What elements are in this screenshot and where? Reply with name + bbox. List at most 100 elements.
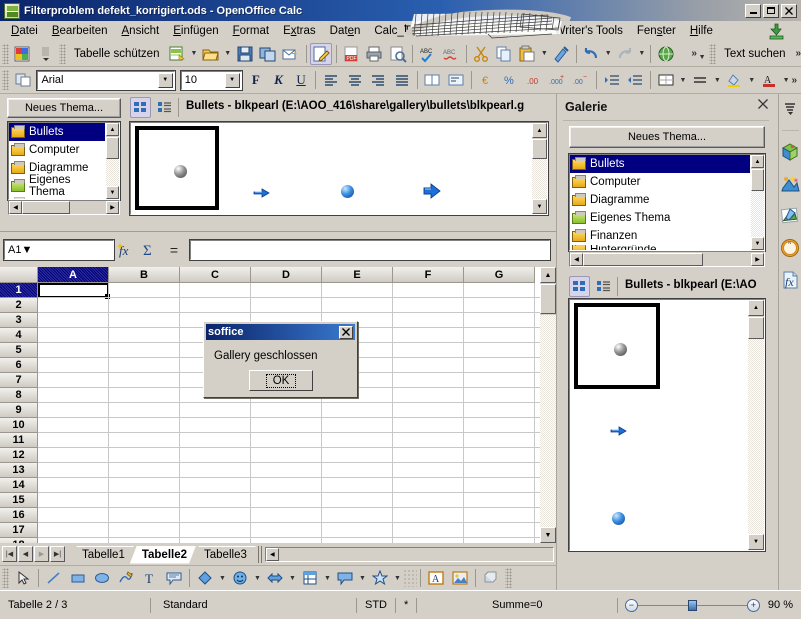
sheet-tab-tabelle2[interactable]: Tabelle2 bbox=[130, 546, 196, 564]
background-color-icon[interactable] bbox=[724, 69, 746, 91]
sidebar-settings-icon[interactable] bbox=[779, 98, 801, 120]
previous-sheet-button[interactable]: ◀ bbox=[18, 546, 33, 562]
zoom-thumb[interactable] bbox=[687, 599, 697, 611]
menu-import-corrupted[interactable] bbox=[438, 23, 548, 39]
detail-view-icon[interactable] bbox=[593, 276, 614, 297]
font-name-combo[interactable]: Arial ▼ bbox=[36, 69, 176, 91]
print-icon[interactable] bbox=[364, 43, 385, 65]
borders-icon[interactable] bbox=[655, 69, 677, 91]
properties-deck-icon[interactable] bbox=[779, 141, 801, 163]
edit-file-icon[interactable] bbox=[310, 42, 332, 65]
scroll-left-icon[interactable]: ◀ bbox=[9, 201, 22, 214]
name-box-dropdown-icon[interactable]: ▼ bbox=[21, 244, 32, 256]
freeform-line-icon[interactable] bbox=[115, 567, 137, 589]
basic-shapes-dropdown-icon[interactable]: ▼ bbox=[217, 567, 228, 589]
flowchart-shapes-icon[interactable] bbox=[299, 567, 321, 589]
menu-datei[interactable]: DDateiatei bbox=[4, 23, 45, 39]
icon-view-icon[interactable] bbox=[569, 276, 590, 297]
save-as-icon[interactable] bbox=[257, 43, 278, 65]
autospellcheck-icon[interactable]: ABC bbox=[440, 43, 461, 65]
column-header-e[interactable]: E bbox=[322, 267, 393, 283]
navigator-deck-icon[interactable]: N bbox=[779, 237, 801, 259]
menu-format[interactable]: Format bbox=[226, 23, 276, 39]
font-color-dropdown-icon[interactable]: ▼ bbox=[781, 69, 792, 91]
standard-toolbar-overflow-arrow-icon[interactable]: ▼ bbox=[697, 47, 708, 69]
stars-dropdown-icon[interactable]: ▼ bbox=[392, 567, 403, 589]
gallery-theme-eigenes-thema[interactable]: Eigenes Thema bbox=[9, 174, 105, 198]
sheet-tab-tabelle3[interactable]: Tabelle3 bbox=[192, 546, 256, 564]
extrusion-on-off-icon[interactable] bbox=[480, 567, 502, 589]
wrap-text-icon[interactable] bbox=[445, 69, 467, 91]
zoom-track-left[interactable] bbox=[637, 604, 688, 606]
deck-item-black-pearl[interactable] bbox=[575, 304, 659, 388]
deck-item-blue-pearl[interactable] bbox=[612, 512, 625, 525]
menu-ansicht[interactable]: Ansicht bbox=[115, 23, 167, 39]
select-all-corner[interactable] bbox=[0, 267, 38, 283]
row-header-16[interactable]: 16 bbox=[0, 508, 38, 523]
colors-icon[interactable] bbox=[12, 43, 33, 65]
align-right-icon[interactable] bbox=[367, 69, 389, 91]
dialog-ok-button[interactable]: OK bbox=[249, 370, 313, 391]
gallery-deck-icon[interactable] bbox=[779, 173, 801, 195]
add-decimal-icon[interactable]: .000 + bbox=[547, 69, 569, 91]
background-color-dropdown-icon[interactable]: ▼ bbox=[746, 69, 757, 91]
scroll-right-icon[interactable]: ▶ bbox=[751, 252, 764, 266]
new-document-icon[interactable] bbox=[166, 43, 187, 65]
insert-mode-status[interactable]: STD bbox=[357, 597, 395, 614]
sheet-tab-tabelle1[interactable]: Tabelle1 bbox=[70, 546, 134, 564]
menu-hilfe[interactable]: Hilfe bbox=[683, 23, 720, 39]
detail-view-icon[interactable] bbox=[154, 97, 175, 118]
sheet-horizontal-scrollbar[interactable]: ◀ bbox=[264, 546, 554, 562]
scroll-up-icon[interactable]: ▲ bbox=[748, 300, 764, 316]
align-center-icon[interactable] bbox=[344, 69, 366, 91]
clone-formatting-icon[interactable] bbox=[551, 43, 572, 65]
basic-shapes-icon[interactable] bbox=[194, 567, 216, 589]
scrollbar-thumb[interactable] bbox=[751, 169, 764, 191]
from-file-image-icon[interactable] bbox=[449, 567, 471, 589]
function-wizard-icon[interactable]: fx bbox=[114, 239, 138, 261]
delete-decimal-icon[interactable]: .00− bbox=[570, 69, 592, 91]
next-sheet-button[interactable]: ▶ bbox=[34, 546, 49, 562]
symbol-shapes-icon[interactable] bbox=[229, 567, 251, 589]
gallery-list-vertical-scrollbar[interactable]: ▲ ▼ bbox=[106, 123, 119, 199]
scroll-down-icon[interactable]: ▼ bbox=[751, 237, 764, 250]
minimize-button[interactable] bbox=[745, 3, 761, 18]
find-text-label[interactable]: Text suchen bbox=[718, 48, 791, 60]
paste-icon[interactable] bbox=[517, 43, 538, 65]
scroll-right-icon[interactable]: ▶ bbox=[106, 201, 119, 214]
scroll-down-icon[interactable]: ▼ bbox=[748, 534, 764, 550]
column-header-g[interactable]: G bbox=[464, 267, 535, 283]
toolbar-grip[interactable] bbox=[2, 43, 9, 64]
column-header-c[interactable]: C bbox=[180, 267, 251, 283]
deck-list-vertical-scrollbar[interactable]: ▲ ▼ bbox=[751, 155, 764, 250]
last-sheet-button[interactable]: ▶| bbox=[50, 546, 65, 562]
find-toolbar-grip[interactable] bbox=[709, 43, 717, 64]
callout-shapes-icon[interactable] bbox=[334, 567, 356, 589]
scroll-down-icon[interactable]: ▼ bbox=[106, 186, 119, 199]
gallery-theme-bullets[interactable]: Bullets bbox=[9, 123, 105, 141]
gallery-theme-computer[interactable]: Computer bbox=[9, 141, 105, 159]
formatting-toolbar-grip[interactable] bbox=[2, 70, 9, 90]
zoom-in-icon[interactable]: + bbox=[746, 598, 760, 612]
deck-theme-finanzen[interactable]: Finanzen bbox=[570, 227, 750, 245]
row-header-4[interactable]: 4 bbox=[0, 328, 38, 343]
deck-theme-computer[interactable]: Computer bbox=[570, 173, 750, 191]
row-header-9[interactable]: 9 bbox=[0, 403, 38, 418]
deck-theme-list[interactable]: Bullets Computer Diagramme Eigenes Thema… bbox=[568, 153, 766, 252]
sheet-vertical-scrollbar[interactable]: ▲ ▼ bbox=[540, 267, 556, 543]
save-icon[interactable] bbox=[234, 43, 255, 65]
align-justified-icon[interactable] bbox=[391, 69, 413, 91]
scroll-up-icon[interactable]: ▲ bbox=[532, 123, 547, 138]
underline-button[interactable]: U bbox=[291, 70, 312, 91]
functions-deck-icon[interactable]: fx bbox=[779, 269, 801, 291]
menu-fenster[interactable]: Fenster bbox=[630, 23, 683, 39]
callout-icon[interactable] bbox=[163, 567, 185, 589]
hscrollbar-thumb[interactable] bbox=[22, 201, 70, 214]
sum-icon[interactable]: Σ bbox=[138, 239, 162, 261]
maximize-button[interactable] bbox=[763, 3, 779, 18]
row-header-3[interactable]: 3 bbox=[0, 313, 38, 328]
number-format-icon[interactable]: .00 bbox=[523, 69, 545, 91]
border-style-dropdown-icon[interactable]: ▼ bbox=[712, 69, 723, 91]
rectangle-icon[interactable] bbox=[67, 567, 89, 589]
gallery-theme-list[interactable]: Bullets Computer Diagramme Eigenes Thema bbox=[7, 121, 121, 201]
